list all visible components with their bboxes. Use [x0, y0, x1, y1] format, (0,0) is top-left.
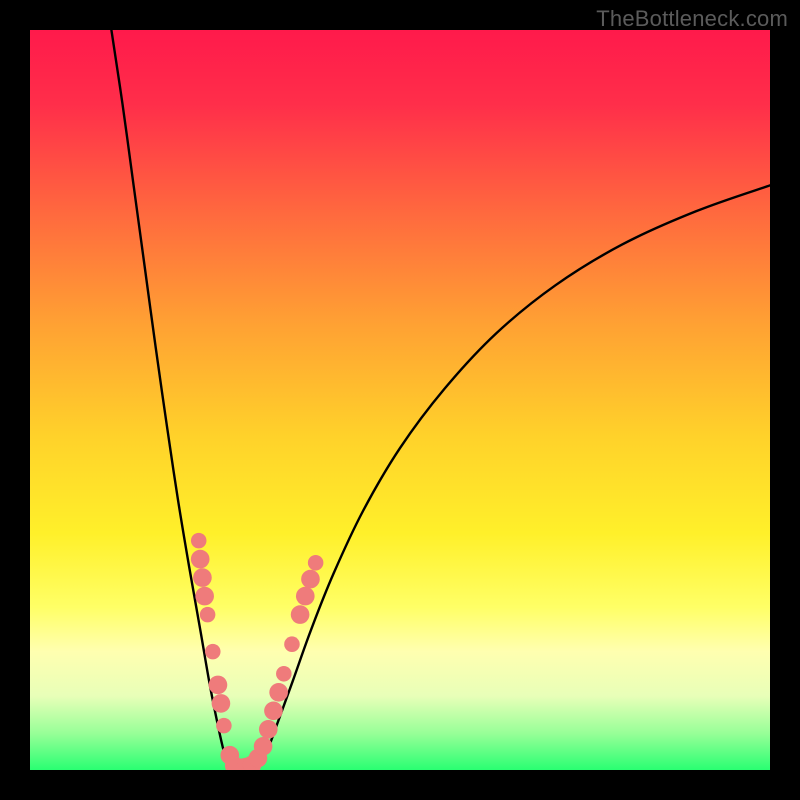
marker-dot — [269, 683, 288, 702]
plot-area — [30, 30, 770, 770]
chart-svg — [30, 30, 770, 770]
marker-dot — [205, 644, 221, 660]
marker-dot — [212, 694, 231, 713]
marker-dot — [209, 676, 228, 695]
marker-dot — [259, 720, 278, 739]
marker-dot — [301, 570, 320, 589]
marker-dot — [193, 568, 212, 587]
marker-dot — [191, 550, 210, 569]
outer-frame: TheBottleneck.com — [0, 0, 800, 800]
marker-dot — [254, 737, 273, 756]
background-gradient — [30, 30, 770, 770]
marker-dot — [191, 533, 207, 549]
marker-dot — [276, 666, 292, 682]
marker-dot — [216, 718, 232, 734]
marker-dot — [200, 607, 216, 623]
marker-dot — [308, 555, 324, 571]
marker-dot — [296, 587, 315, 606]
watermark-text: TheBottleneck.com — [596, 6, 788, 32]
marker-dot — [264, 701, 283, 720]
marker-dot — [284, 636, 300, 652]
marker-dot — [195, 587, 214, 606]
marker-dot — [291, 605, 310, 624]
